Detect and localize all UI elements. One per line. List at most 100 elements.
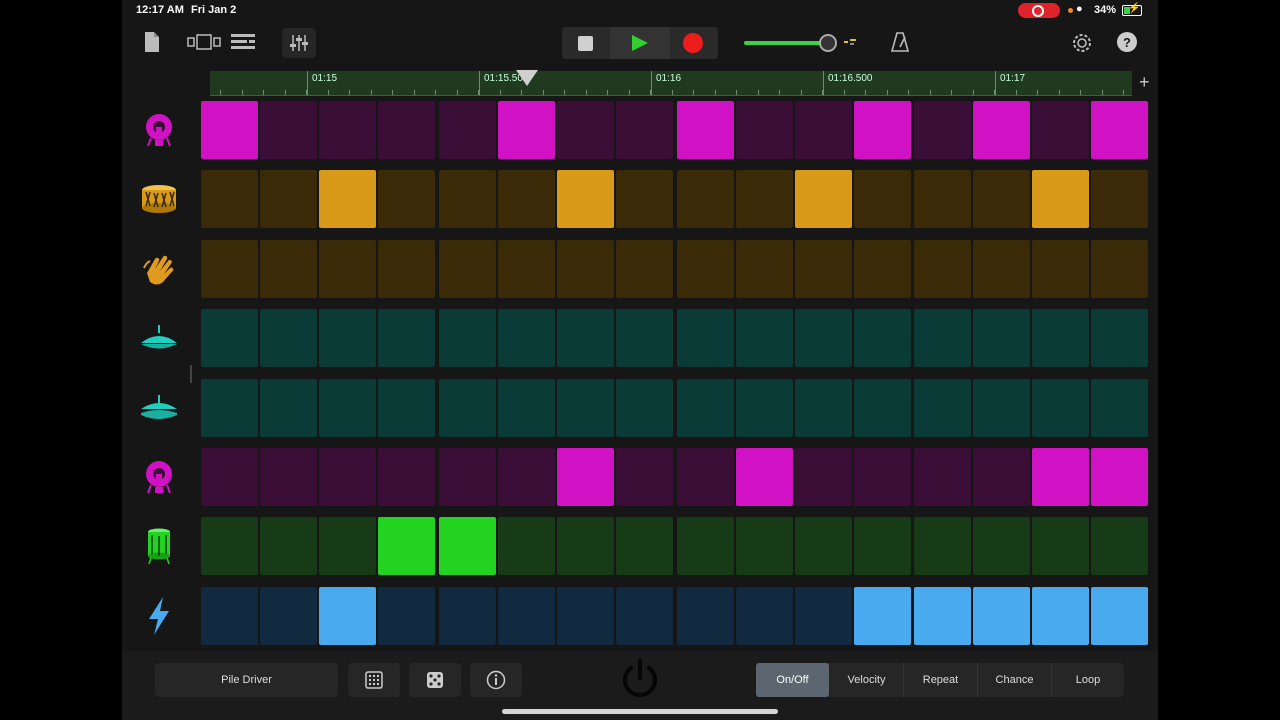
settings-icon[interactable] — [1070, 31, 1094, 55]
stop-button[interactable] — [578, 36, 593, 51]
step-cell[interactable] — [1032, 240, 1089, 298]
step-cell[interactable] — [795, 240, 852, 298]
step-cell[interactable] — [914, 379, 971, 437]
step-cell[interactable] — [1032, 379, 1089, 437]
step-cell[interactable] — [616, 170, 673, 228]
step-cell[interactable] — [854, 101, 911, 159]
step-cell[interactable] — [557, 309, 614, 367]
step-cell[interactable] — [795, 379, 852, 437]
step-cell[interactable] — [557, 240, 614, 298]
step-cell[interactable] — [677, 170, 734, 228]
mode-velocity[interactable]: Velocity — [830, 663, 903, 697]
step-cell[interactable] — [677, 101, 734, 159]
step-cell[interactable] — [378, 448, 435, 506]
step-cell[interactable] — [616, 309, 673, 367]
step-cell[interactable] — [201, 587, 258, 645]
screen-recording-indicator[interactable] — [1018, 3, 1060, 18]
step-cell[interactable] — [319, 517, 376, 575]
step-cell[interactable] — [1091, 448, 1148, 506]
step-cell[interactable] — [498, 379, 555, 437]
step-cell[interactable] — [1091, 170, 1148, 228]
kick-drum-icon[interactable] — [139, 457, 179, 497]
step-cell[interactable] — [677, 379, 734, 437]
step-cell[interactable] — [795, 587, 852, 645]
step-cell[interactable] — [736, 379, 793, 437]
step-cell[interactable] — [201, 448, 258, 506]
step-cell[interactable] — [201, 101, 258, 159]
step-cell[interactable] — [439, 379, 496, 437]
step-cell[interactable] — [677, 587, 734, 645]
document-icon[interactable] — [142, 29, 162, 55]
step-cell[interactable] — [557, 587, 614, 645]
step-cell[interactable] — [1032, 517, 1089, 575]
kit-name-button[interactable]: Pile Driver — [155, 663, 338, 697]
info-icon[interactable] — [470, 663, 522, 697]
step-cell[interactable] — [973, 240, 1030, 298]
step-cell[interactable] — [973, 587, 1030, 645]
step-cell[interactable] — [201, 517, 258, 575]
step-cell[interactable] — [498, 587, 555, 645]
step-cell[interactable] — [260, 379, 317, 437]
tracks-list-icon[interactable] — [230, 32, 256, 52]
step-cell[interactable] — [854, 587, 911, 645]
step-cell[interactable] — [914, 517, 971, 575]
step-cell[interactable] — [260, 309, 317, 367]
step-cell[interactable] — [677, 448, 734, 506]
add-section-icon[interactable]: + — [1139, 72, 1150, 93]
step-cell[interactable] — [677, 517, 734, 575]
step-cell[interactable] — [1091, 240, 1148, 298]
step-cell[interactable] — [439, 240, 496, 298]
view-toggle-icon[interactable] — [186, 32, 222, 52]
mode-loop[interactable]: Loop — [1052, 663, 1124, 697]
step-cell[interactable] — [854, 379, 911, 437]
step-cell[interactable] — [1091, 101, 1148, 159]
grid-view-icon[interactable] — [348, 663, 400, 697]
step-cell[interactable] — [1091, 587, 1148, 645]
step-cell[interactable] — [914, 240, 971, 298]
step-cell[interactable] — [557, 170, 614, 228]
step-cell[interactable] — [260, 170, 317, 228]
home-indicator[interactable] — [502, 709, 778, 714]
master-volume-slider[interactable] — [744, 41, 828, 45]
step-cell[interactable] — [736, 448, 793, 506]
step-cell[interactable] — [795, 309, 852, 367]
step-cell[interactable] — [914, 101, 971, 159]
step-cell[interactable] — [378, 587, 435, 645]
step-cell[interactable] — [378, 517, 435, 575]
step-cell[interactable] — [1032, 587, 1089, 645]
snare-drum-icon[interactable] — [139, 179, 179, 219]
step-cell[interactable] — [973, 309, 1030, 367]
step-cell[interactable] — [498, 517, 555, 575]
hi-hat-closed-icon[interactable] — [139, 318, 179, 358]
step-cell[interactable] — [557, 101, 614, 159]
step-cell[interactable] — [677, 240, 734, 298]
randomize-dice-icon[interactable] — [409, 663, 461, 697]
mixer-icon[interactable] — [282, 28, 316, 58]
step-cell[interactable] — [736, 517, 793, 575]
mode-chance[interactable]: Chance — [978, 663, 1051, 697]
step-cell[interactable] — [854, 309, 911, 367]
step-cell[interactable] — [854, 448, 911, 506]
step-cell[interactable] — [1032, 448, 1089, 506]
step-cell[interactable] — [439, 517, 496, 575]
step-cell[interactable] — [677, 309, 734, 367]
step-cell[interactable] — [260, 448, 317, 506]
step-cell[interactable] — [498, 170, 555, 228]
step-cell[interactable] — [439, 170, 496, 228]
step-cell[interactable] — [378, 379, 435, 437]
step-cell[interactable] — [736, 101, 793, 159]
step-cell[interactable] — [439, 448, 496, 506]
step-cell[interactable] — [319, 170, 376, 228]
step-cell[interactable] — [1091, 309, 1148, 367]
step-cell[interactable] — [498, 448, 555, 506]
step-cell[interactable] — [319, 240, 376, 298]
step-cell[interactable] — [1032, 309, 1089, 367]
step-cell[interactable] — [498, 240, 555, 298]
step-cell[interactable] — [1032, 170, 1089, 228]
step-cell[interactable] — [914, 587, 971, 645]
kick-drum-icon[interactable] — [139, 110, 179, 150]
step-cell[interactable] — [616, 240, 673, 298]
step-cell[interactable] — [260, 587, 317, 645]
step-cell[interactable] — [736, 587, 793, 645]
step-cell[interactable] — [319, 101, 376, 159]
